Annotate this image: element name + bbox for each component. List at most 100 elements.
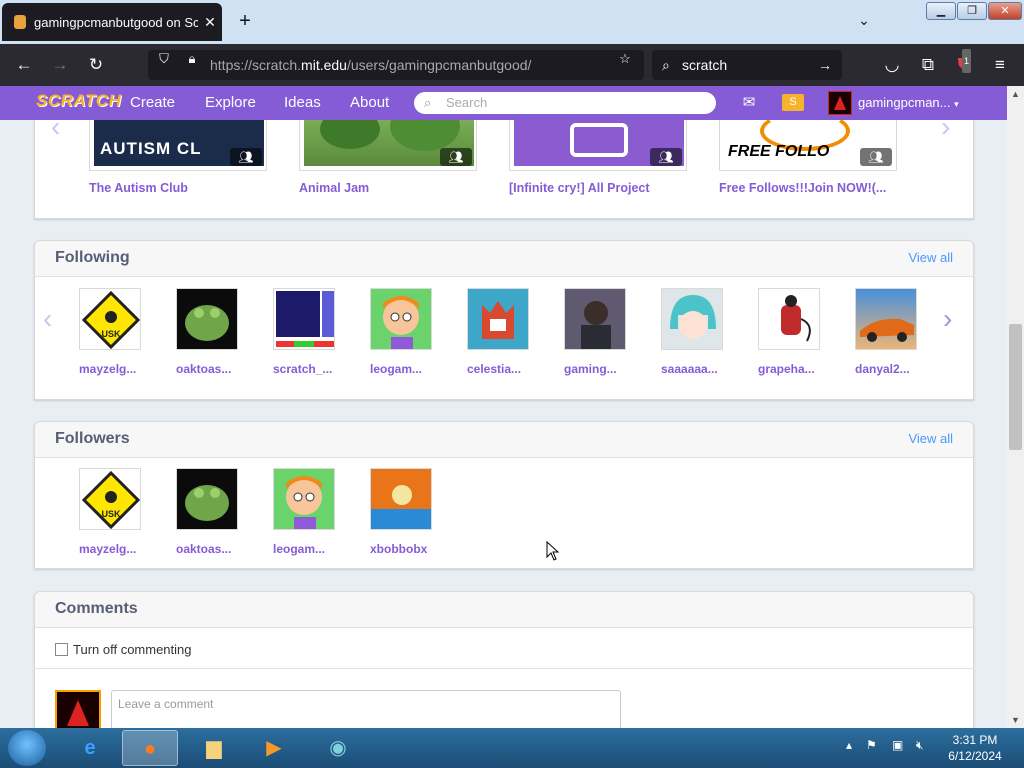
following-user-tile[interactable]: USK mayzelg... [79, 288, 159, 376]
extensions-icon[interactable]: ⧉ [916, 53, 940, 77]
header-username[interactable]: gamingpcman... ▾ [858, 95, 959, 110]
window-close-button[interactable]: ✕ [988, 2, 1022, 20]
carousel-next-arrow-icon[interactable]: › [943, 303, 952, 335]
user-thumbnail[interactable] [176, 468, 238, 530]
comment-textarea[interactable]: Leave a comment [111, 690, 621, 728]
network-icon[interactable]: ▣ [892, 738, 903, 752]
user-thumbnail[interactable]: USK [79, 468, 141, 530]
file-explorer-icon[interactable]: ▆ [186, 730, 242, 766]
start-button[interactable] [8, 730, 46, 766]
user-thumbnail[interactable] [273, 288, 335, 350]
follower-user-tile[interactable]: oaktoas... [176, 468, 256, 556]
studio-tile[interactable]: AUTISM CL 👥︎ The Autism Club [89, 120, 267, 195]
user-name[interactable]: danyal2... [855, 362, 935, 376]
user-name[interactable]: leogam... [273, 542, 353, 556]
follower-user-tile[interactable]: xbobbobx [370, 468, 450, 556]
forward-button[interactable]: → [48, 53, 72, 77]
messages-envelope-icon[interactable]: ✉ [738, 94, 760, 111]
following-user-tile[interactable]: saaaaaa... [661, 288, 741, 376]
studio-tile[interactable]: FREE FOLLO 👥︎ Free Follows!!!Join NOW!(.… [719, 120, 897, 195]
user-thumbnail[interactable] [176, 288, 238, 350]
scroll-up-arrow-icon[interactable]: ▲ [1007, 86, 1024, 102]
page-scrollbar[interactable]: ▲ ▼ [1007, 86, 1024, 728]
following-user-tile[interactable]: scratch_... [273, 288, 353, 376]
studio-tile[interactable]: 👥︎ Animal Jam [299, 120, 477, 195]
following-user-tile[interactable]: celestia... [467, 288, 547, 376]
pocket-icon[interactable]: ◡ [880, 53, 904, 77]
user-name[interactable]: scratch_... [273, 362, 353, 376]
my-stuff-folder-icon[interactable]: S [782, 94, 804, 111]
url-bar[interactable]: https://scratch. mit.edu/users/gamingpcma… [148, 50, 644, 80]
studio-name[interactable]: The Autism Club [89, 181, 267, 195]
user-name[interactable]: mayzelg... [79, 542, 159, 556]
lock-icon[interactable]: 🔒︎ [184, 51, 200, 67]
user-name[interactable]: celestia... [467, 362, 547, 376]
show-hidden-icons-icon[interactable]: ▴ [846, 738, 852, 752]
user-thumbnail[interactable] [370, 288, 432, 350]
follower-user-tile[interactable]: leogam... [273, 468, 353, 556]
user-name[interactable]: saaaaaa... [661, 362, 741, 376]
app-icon[interactable]: ◉ [310, 730, 366, 766]
user-thumbnail[interactable] [758, 288, 820, 350]
nav-about[interactable]: About [350, 94, 389, 111]
studio-name[interactable]: Free Follows!!!Join NOW!(... [719, 181, 897, 195]
reload-button[interactable]: ↻ [84, 53, 108, 77]
user-name[interactable]: xbobbobx [370, 542, 450, 556]
user-thumbnail[interactable]: USK [79, 288, 141, 350]
studio-thumbnail[interactable]: AUTISM CL 👥︎ [89, 120, 267, 171]
firefox-icon[interactable]: ● [122, 730, 178, 766]
carousel-prev-arrow-icon[interactable]: ‹ [51, 120, 60, 143]
following-user-tile[interactable]: oaktoas... [176, 288, 256, 376]
back-button[interactable]: ← [12, 53, 36, 77]
browser-tab-active[interactable]: gamingpcmanbutgood on Scratch ✕ [2, 3, 222, 41]
nav-ideas[interactable]: Ideas [284, 94, 321, 111]
following-view-all-link[interactable]: View all [908, 250, 953, 265]
bookmark-star-icon[interactable]: ☆ [617, 51, 633, 67]
following-user-tile[interactable]: gaming... [564, 288, 644, 376]
user-thumbnail[interactable] [564, 288, 626, 350]
user-thumbnail[interactable] [661, 288, 723, 350]
user-name[interactable]: grapeha... [758, 362, 838, 376]
scrollbar-thumb[interactable] [1009, 324, 1022, 450]
restore-button[interactable]: ❐ [957, 2, 987, 20]
user-name[interactable]: gaming... [564, 362, 644, 376]
user-thumbnail[interactable] [855, 288, 917, 350]
tab-close-icon[interactable]: ✕ [198, 14, 222, 31]
user-name[interactable]: oaktoas... [176, 362, 256, 376]
following-user-tile[interactable]: danyal2... [855, 288, 935, 376]
follower-user-tile[interactable]: USK mayzelg... [79, 468, 159, 556]
user-avatar[interactable] [828, 91, 852, 115]
carousel-next-arrow-icon[interactable]: › [941, 120, 950, 143]
user-name[interactable]: leogam... [370, 362, 450, 376]
search-go-arrow-icon[interactable]: → [818, 57, 832, 73]
volume-muted-icon[interactable]: 🔇︎ [916, 738, 924, 753]
studio-thumbnail[interactable]: 👥︎ [509, 120, 687, 171]
following-user-tile[interactable]: leogam... [370, 288, 450, 376]
studio-thumbnail[interactable]: FREE FOLLO 👥︎ [719, 120, 897, 171]
new-tab-button[interactable]: + [234, 10, 256, 32]
user-name[interactable]: oaktoas... [176, 542, 256, 556]
internet-explorer-icon[interactable]: e [62, 730, 118, 766]
search-bar[interactable]: ⌕ scratch → [652, 50, 842, 80]
studio-name[interactable]: [Infinite cry!] All Project [509, 181, 687, 195]
studio-name[interactable]: Animal Jam [299, 181, 477, 195]
turn-off-commenting-checkbox[interactable] [55, 643, 68, 656]
following-user-tile[interactable]: grapeha... [758, 288, 838, 376]
user-thumbnail[interactable] [370, 468, 432, 530]
scratch-search-input[interactable]: ⌕ Search [414, 92, 716, 114]
user-thumbnail[interactable] [467, 288, 529, 350]
user-thumbnail[interactable] [273, 468, 335, 530]
studio-thumbnail[interactable]: 👥︎ [299, 120, 477, 171]
user-name[interactable]: mayzelg... [79, 362, 159, 376]
media-player-icon[interactable]: ▶ [246, 730, 302, 766]
menu-hamburger-icon[interactable]: ≡ [988, 53, 1012, 77]
taskbar-clock[interactable]: 3:31 PM 6/12/2024 [940, 732, 1010, 764]
site-permissions-shield-icon[interactable]: ⛉ [156, 51, 172, 67]
list-all-tabs-icon[interactable]: ⌄ [854, 12, 874, 32]
studio-tile[interactable]: 👥︎ [Infinite cry!] All Project [509, 120, 687, 195]
followers-view-all-link[interactable]: View all [908, 431, 953, 446]
ublock-extension-icon[interactable]: ⛊1 [952, 49, 976, 77]
nav-explore[interactable]: Explore [205, 94, 256, 111]
nav-create[interactable]: Create [130, 94, 175, 111]
scratch-logo[interactable]: SCRATCH [36, 91, 121, 111]
